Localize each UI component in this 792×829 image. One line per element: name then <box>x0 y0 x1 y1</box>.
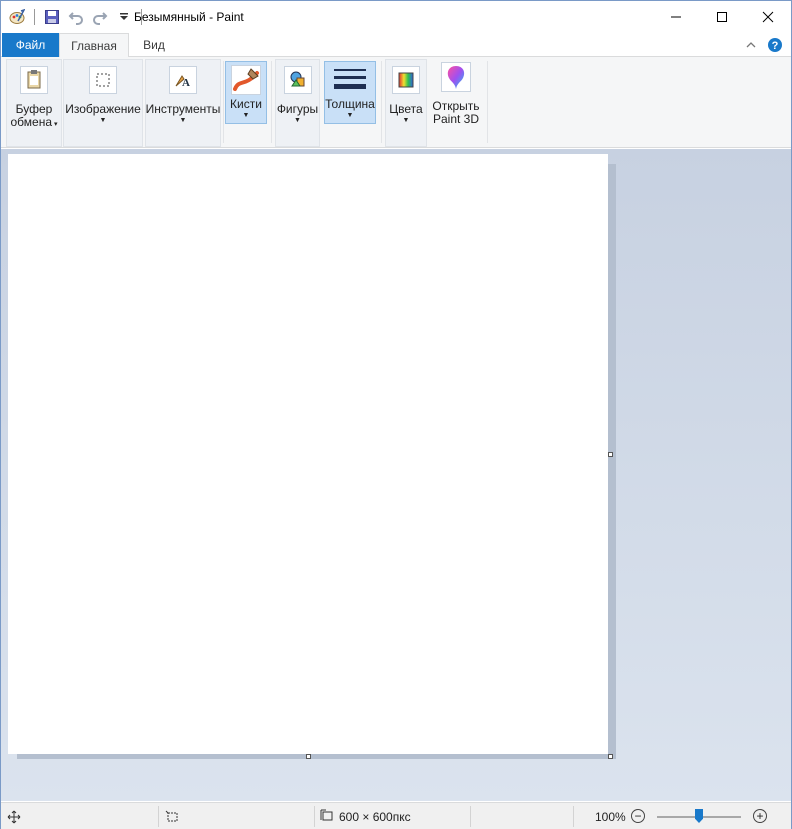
window-title: Безымянный - Paint <box>134 10 244 24</box>
image-button[interactable]: Изображение ▼ <box>64 62 142 125</box>
zoom-level: 100% <box>595 809 626 824</box>
paint-app-icon[interactable] <box>7 7 27 27</box>
status-divider <box>470 806 471 827</box>
ribbon: Буфер обмена ▾ Изображение ▼ A Инструмент… <box>1 57 791 148</box>
paint-window: Безымянный - Paint Файл Главная Вид ? Бу… <box>0 0 792 829</box>
group-image: Изображение ▼ <box>63 59 143 147</box>
zoom-in-button[interactable]: + <box>753 809 767 823</box>
maximize-button[interactable] <box>699 1 745 33</box>
group-colors: Цвета ▼ <box>385 59 427 147</box>
image-dropdown-icon: ▼ <box>99 117 107 124</box>
tab-file[interactable]: Файл <box>2 33 59 57</box>
selection-size-icon <box>165 803 179 829</box>
shapes-dropdown-icon: ▼ <box>294 117 301 124</box>
resize-handle-right[interactable] <box>608 452 613 457</box>
colors-label: Цвета <box>389 102 423 116</box>
group-shapes: Фигуры ▼ <box>275 59 320 147</box>
tab-home[interactable]: Главная <box>59 33 129 58</box>
collapse-ribbon-icon[interactable] <box>743 37 759 53</box>
status-divider <box>314 806 315 827</box>
ribbon-separator <box>271 61 272 143</box>
zoom-slider-thumb[interactable] <box>695 809 703 823</box>
drawing-canvas[interactable] <box>8 154 608 754</box>
shapes-button[interactable]: Фигуры ▼ <box>276 62 319 125</box>
quick-access-toolbar <box>7 7 145 27</box>
tab-view[interactable]: Вид <box>129 33 179 57</box>
open-paint3d-button[interactable]: Открыть Paint 3D <box>429 59 483 126</box>
zoom-out-button[interactable]: − <box>631 809 645 823</box>
selection-icon <box>88 65 118 95</box>
brushes-dropdown-icon: ▼ <box>242 112 250 119</box>
size-dropdown-icon: ▼ <box>346 112 354 119</box>
clipboard-label: Буфер обмена ▾ <box>10 102 58 129</box>
size-button[interactable]: Толщина ▼ <box>324 61 376 124</box>
cursor-position-icon <box>7 803 21 829</box>
minimize-button[interactable] <box>653 1 699 33</box>
tools-label: Инструменты <box>145 102 221 116</box>
group-clipboard: Буфер обмена ▾ <box>6 59 62 147</box>
tools-dropdown-icon: ▼ <box>179 117 187 124</box>
ribbon-tabs: Файл Главная Вид ? <box>1 33 791 58</box>
help-icon[interactable]: ? <box>767 37 783 53</box>
size-label: Толщина <box>325 97 375 111</box>
svg-text:A: A <box>182 77 190 89</box>
customize-qat-icon[interactable] <box>114 7 134 27</box>
colors-button[interactable]: Цвета ▼ <box>386 62 426 125</box>
save-icon[interactable] <box>42 7 62 27</box>
tools-icon: A <box>168 65 198 95</box>
redo-icon[interactable] <box>90 7 110 27</box>
title-bar: Безымянный - Paint <box>1 1 791 33</box>
qat-separator <box>34 9 35 25</box>
undo-icon[interactable] <box>66 7 86 27</box>
close-button[interactable] <box>745 1 791 33</box>
canvas-size-text: 600 × 600пкс <box>339 809 411 824</box>
clipboard-icon <box>19 65 49 95</box>
image-label: Изображение <box>65 102 141 116</box>
colors-dropdown-icon: ▼ <box>402 117 410 124</box>
window-controls <box>653 1 791 33</box>
ribbon-separator <box>381 61 382 143</box>
canvas-size-icon <box>320 808 334 825</box>
clipboard-button[interactable]: Буфер обмена ▾ <box>7 62 61 129</box>
ribbon-separator <box>487 61 488 143</box>
paint3d-icon <box>441 62 471 92</box>
tools-button[interactable]: A Инструменты ▼ <box>146 62 220 125</box>
canvas-size-cell: 600 × 600пкс <box>320 803 411 829</box>
status-divider <box>158 806 159 827</box>
colors-icon <box>391 65 421 95</box>
svg-text:?: ? <box>772 40 779 52</box>
status-divider <box>573 806 574 827</box>
line-thickness-icon <box>330 65 370 95</box>
brush-icon <box>231 65 261 95</box>
ribbon-extras: ? <box>743 37 783 53</box>
shapes-icon <box>283 65 313 95</box>
shapes-label: Фигуры <box>276 102 319 116</box>
status-bar: 600 × 600пкс 100% − + <box>1 802 791 829</box>
brushes-button[interactable]: Кисти ▼ <box>225 61 267 124</box>
brushes-label: Кисти <box>230 97 262 111</box>
resize-handle-bottom[interactable] <box>306 754 311 759</box>
ribbon-separator <box>223 61 224 143</box>
paint3d-label: Открыть Paint 3D <box>432 99 480 126</box>
resize-handle-corner[interactable] <box>608 754 613 759</box>
group-tools: A Инструменты ▼ <box>145 59 221 147</box>
